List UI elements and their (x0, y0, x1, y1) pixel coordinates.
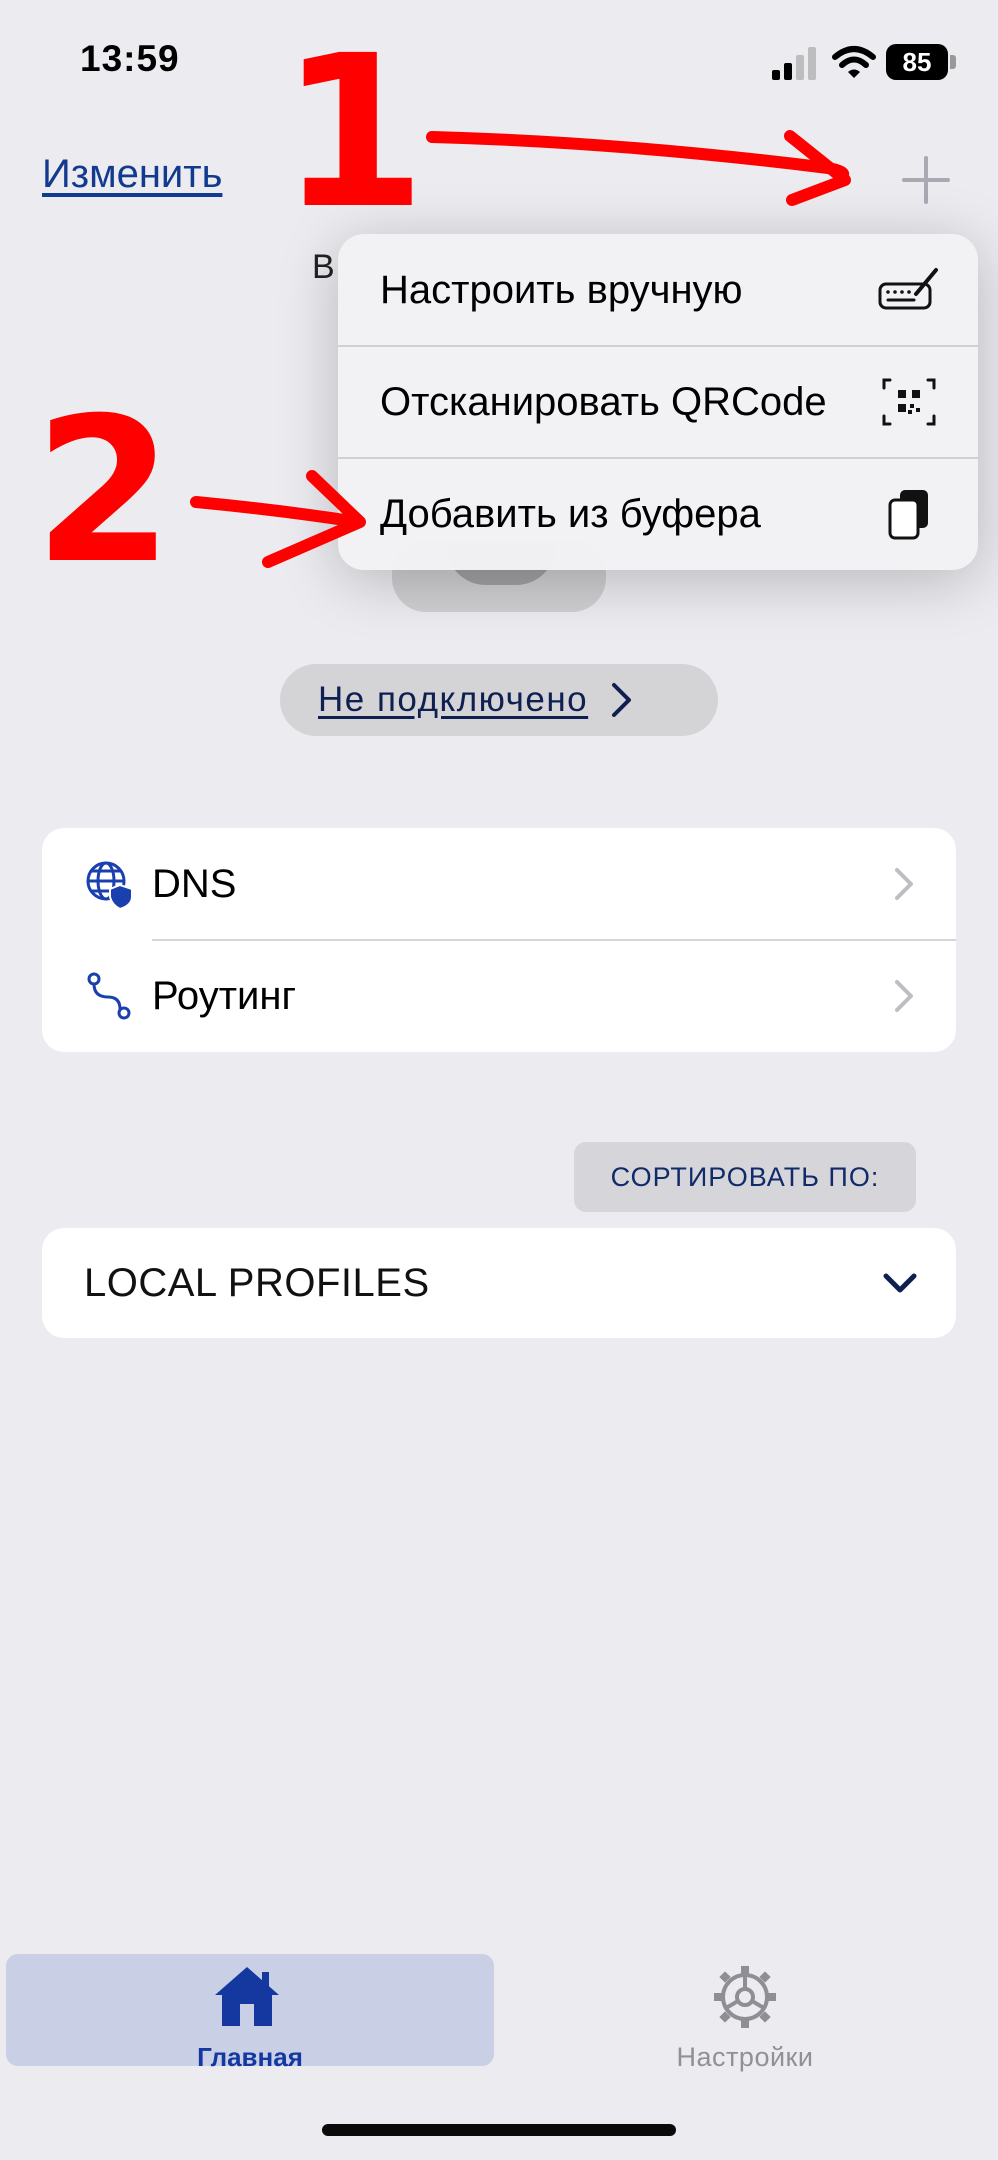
menu-item-label: Добавить из буфера (380, 491, 761, 536)
tab-home-label: Главная (197, 2042, 303, 2072)
status-time: 13:59 (80, 38, 180, 79)
chevron-right-icon (895, 980, 913, 1012)
edit-button[interactable]: Изменить (42, 152, 222, 197)
sort-button[interactable]: СОРТИРОВАТЬ ПО: (574, 1142, 916, 1212)
route-icon (87, 972, 131, 1020)
menu-item-manual[interactable]: Настроить вручную (338, 234, 978, 346)
annotation-number-2: 2 (34, 375, 173, 608)
wifi-icon (832, 46, 876, 78)
tab-settings-label[interactable]: Настройки (580, 2042, 910, 2073)
menu-item-label: Отсканировать QRCode (380, 379, 827, 424)
chevron-down-icon (883, 1273, 917, 1293)
home-indicator (322, 2124, 676, 2136)
connection-status-pill[interactable]: Не подключено (280, 664, 718, 736)
add-button-plus-icon[interactable] (898, 152, 954, 208)
globe-shield-icon (86, 861, 133, 909)
cellular-signal-icon (772, 47, 816, 80)
settings-row-label: DNS (152, 861, 237, 906)
connection-status-text: Не подключено (318, 680, 589, 719)
settings-card: DNS Роутинг (42, 828, 956, 1052)
menu-item-add-from-clipboard[interactable]: Добавить из буфера (338, 458, 978, 570)
annotation-number-1: 1 (280, 10, 426, 255)
battery-indicator: 85 (886, 44, 948, 80)
chevron-right-icon (895, 868, 913, 900)
menu-item-label: Настроить вручную (380, 267, 743, 312)
settings-row-label: Роутинг (152, 973, 297, 1018)
menu-item-scan-qr[interactable]: Отсканировать QRCode (338, 346, 978, 458)
section-title: LOCAL PROFILES (84, 1260, 430, 1305)
add-config-menu: Настроить вручную Отсканировать QRCode Д… (338, 234, 978, 570)
battery-tip (950, 55, 956, 69)
hidden-subtitle-fragment: В (312, 248, 335, 286)
clipboard-icon (888, 490, 928, 540)
chevron-right-icon (612, 683, 632, 717)
keyboard-pen-icon (878, 268, 938, 310)
local-profiles-section[interactable]: LOCAL PROFILES (42, 1228, 956, 1338)
qr-scan-icon (882, 378, 936, 426)
gear-icon[interactable] (712, 1964, 778, 2030)
home-icon (215, 1967, 279, 2026)
settings-row-routing[interactable]: Роутинг (42, 940, 956, 1052)
settings-row-dns[interactable]: DNS (42, 828, 956, 940)
